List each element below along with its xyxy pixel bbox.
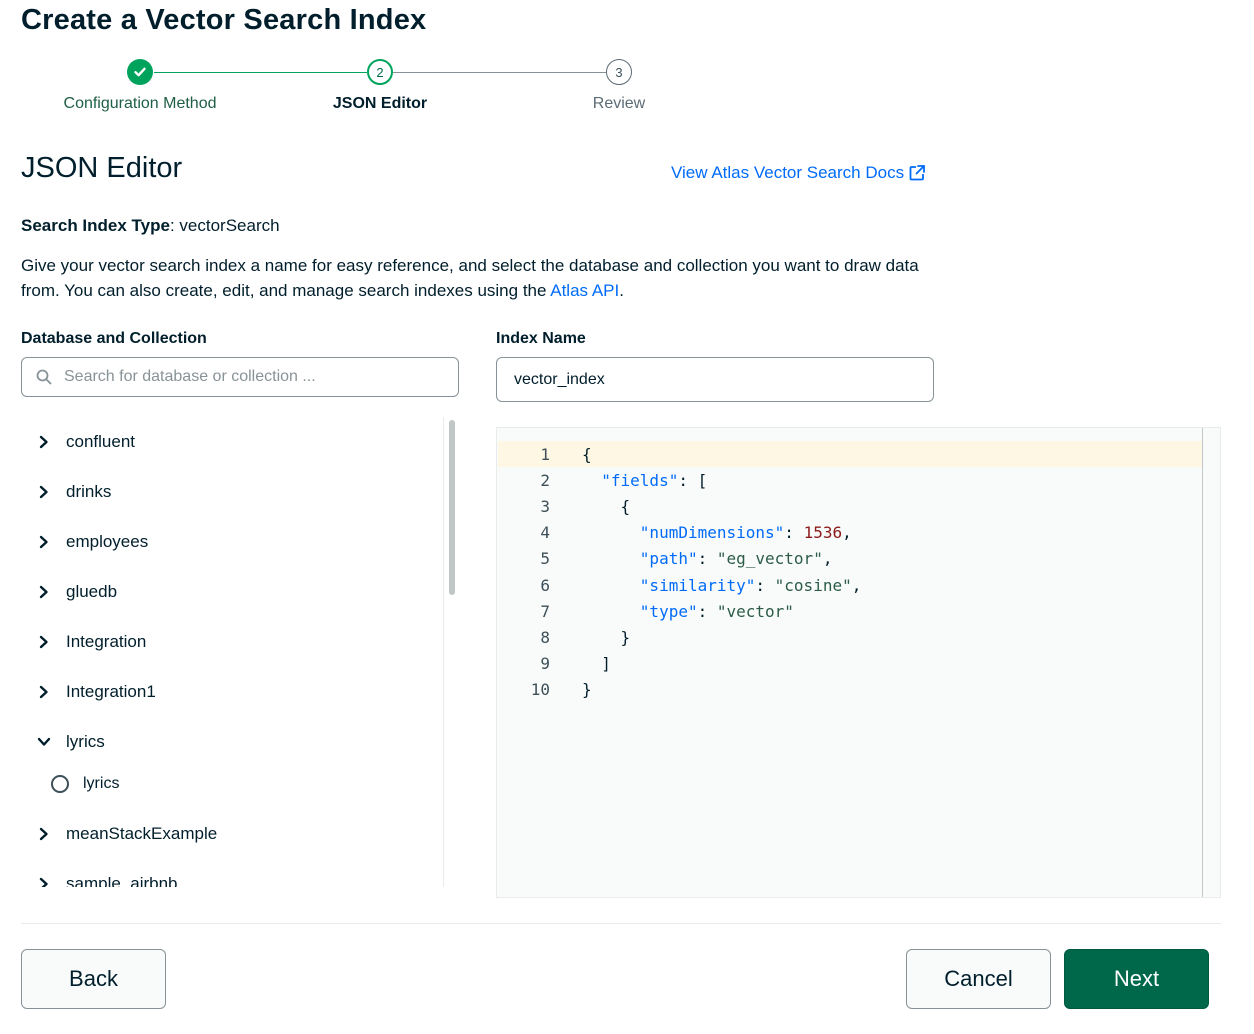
- docs-link-label: View Atlas Vector Search Docs: [671, 163, 905, 182]
- line-number: 3: [540, 496, 550, 516]
- code-line[interactable]: 9 ]: [497, 651, 611, 677]
- step-3-number: 3: [606, 59, 632, 85]
- chevron-right-icon[interactable]: [36, 684, 52, 700]
- description-text: Give your vector search index a name for…: [21, 256, 919, 300]
- chevron-right-icon[interactable]: [36, 634, 52, 650]
- index-name-box[interactable]: [496, 357, 934, 402]
- chevron-right-icon[interactable]: [36, 826, 52, 842]
- code-text[interactable]: "similarity": "cosine",: [582, 576, 862, 595]
- step-1-label: Configuration Method: [63, 95, 217, 112]
- code-text[interactable]: "type": "vector": [582, 602, 794, 621]
- page-title: Create a Vector Search Index: [21, 4, 427, 36]
- chevron-right-icon[interactable]: [36, 876, 52, 887]
- tree-item-employees[interactable]: employees: [21, 527, 148, 557]
- vector-search-docs-link[interactable]: View Atlas Vector Search Docs: [671, 163, 926, 183]
- description: Give your vector search index a name for…: [21, 253, 941, 303]
- chevron-down-icon[interactable]: [36, 734, 52, 750]
- line-number: 1: [540, 444, 550, 464]
- index-type: Search Index Type: vectorSearch: [21, 216, 280, 235]
- step-2-number: 2: [367, 59, 393, 85]
- line-number: 8: [540, 627, 550, 647]
- line-number: 9: [540, 654, 550, 674]
- tree-scrollbar[interactable]: [443, 417, 459, 887]
- stepper: 2 3 Configuration Method JSON Editor Rev…: [0, 58, 760, 118]
- index-name-input[interactable]: [512, 369, 916, 390]
- line-number: 5: [540, 549, 550, 569]
- chevron-right-icon[interactable]: [36, 484, 52, 500]
- line-number: 6: [540, 575, 550, 595]
- code-text[interactable]: }: [582, 628, 631, 647]
- db-search-box[interactable]: [21, 357, 459, 397]
- index-type-label: Search Index Type: [21, 216, 170, 235]
- step-1-check-icon: [127, 59, 153, 85]
- search-icon: [36, 369, 52, 385]
- editor-scrollbar[interactable]: [1202, 428, 1220, 897]
- step-3-label: Review: [592, 95, 646, 112]
- line-number: 4: [540, 523, 550, 543]
- index-type-value: vectorSearch: [179, 216, 280, 235]
- tree-item-confluent[interactable]: confluent: [21, 427, 135, 457]
- db-search-input[interactable]: [62, 367, 436, 387]
- radio-button[interactable]: [51, 775, 69, 793]
- atlas-api-link[interactable]: Atlas API: [550, 281, 619, 300]
- code-text[interactable]: "fields": [: [582, 471, 707, 490]
- next-button[interactable]: Next: [1064, 949, 1209, 1009]
- chevron-right-icon[interactable]: [36, 434, 52, 450]
- tree-item-meanstackexample[interactable]: meanStackExample: [21, 819, 217, 849]
- tree-item-lyrics[interactable]: lyrics: [21, 727, 105, 757]
- chevron-right-icon[interactable]: [36, 584, 52, 600]
- code-text[interactable]: {: [582, 497, 631, 516]
- collection-label: lyrics: [83, 775, 120, 792]
- step-connector-complete: [154, 72, 367, 73]
- json-editor[interactable]: 1{2 "fields": [3 {4 "numDimensions": 153…: [496, 427, 1221, 898]
- code-text[interactable]: "path": "eg_vector",: [582, 549, 833, 568]
- tree-item-label: Integration1: [66, 682, 156, 701]
- code-text[interactable]: {: [582, 445, 592, 464]
- code-text[interactable]: "numDimensions": 1536,: [582, 523, 852, 542]
- index-name-label: Index Name: [496, 330, 586, 347]
- footer-divider: [21, 923, 1221, 924]
- code-text[interactable]: }: [582, 680, 592, 699]
- description-end: .: [619, 281, 624, 300]
- tree-scrollbar-thumb[interactable]: [449, 420, 455, 595]
- code-line[interactable]: 1{: [497, 441, 592, 467]
- tree-item-integration1[interactable]: Integration1: [21, 677, 156, 707]
- code-line[interactable]: 7 "type": "vector": [497, 598, 794, 624]
- active-line-highlight: [498, 441, 1202, 467]
- tree-item-label: confluent: [66, 432, 135, 451]
- cancel-button[interactable]: Cancel: [906, 949, 1051, 1009]
- line-number: 10: [530, 680, 550, 700]
- tree-item-drinks[interactable]: drinks: [21, 477, 111, 507]
- line-number: 7: [540, 601, 550, 621]
- code-line[interactable]: 4 "numDimensions": 1536,: [497, 520, 852, 546]
- step-2-label: JSON Editor: [332, 95, 428, 112]
- database-tree: confluent drinks employees gluedb Integr…: [21, 417, 461, 887]
- code-text[interactable]: ]: [582, 654, 611, 673]
- line-number: 2: [540, 470, 550, 490]
- tree-item-label: meanStackExample: [66, 824, 218, 843]
- tree-item-label: employees: [66, 532, 149, 551]
- tree-item-integration[interactable]: Integration: [21, 627, 146, 657]
- code-line[interactable]: 6 "similarity": "cosine",: [497, 572, 861, 598]
- code-line[interactable]: 8 }: [497, 624, 630, 650]
- chevron-right-icon[interactable]: [36, 534, 52, 550]
- tree-item-label: sample_airbnb: [66, 874, 178, 887]
- tree-item-label: Integration: [66, 632, 147, 651]
- tree-item-label: gluedb: [66, 582, 118, 601]
- code-line[interactable]: 5 "path": "eg_vector",: [497, 546, 832, 572]
- collection-item-lyrics[interactable]: lyrics: [51, 769, 119, 799]
- section-title: JSON Editor: [21, 152, 183, 184]
- db-collection-label: Database and Collection: [21, 330, 207, 347]
- code-line[interactable]: 2 "fields": [: [497, 467, 707, 493]
- tree-item-gluedb[interactable]: gluedb: [21, 577, 117, 607]
- external-link-icon: [909, 165, 925, 181]
- code-line[interactable]: 3 {: [497, 493, 630, 519]
- back-button[interactable]: Back: [21, 949, 166, 1009]
- tree-item-sample-airbnb[interactable]: sample_airbnb: [21, 869, 178, 887]
- code-line[interactable]: 10}: [497, 677, 592, 703]
- step-connector-upcoming: [393, 72, 606, 73]
- tree-item-label: lyrics: [66, 732, 105, 751]
- tree-item-label: drinks: [66, 482, 112, 501]
